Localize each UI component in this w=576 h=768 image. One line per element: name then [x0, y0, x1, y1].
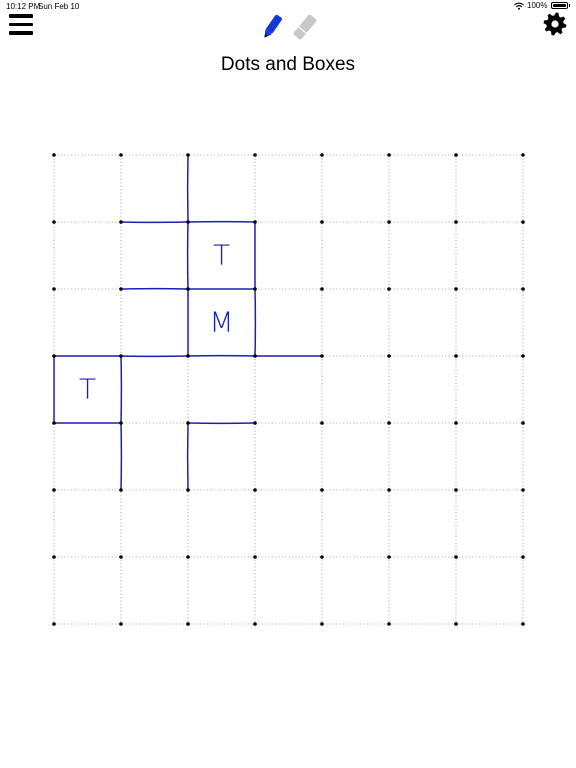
status-bar: 10:12 PM Sun Feb 10 100% — [0, 0, 576, 12]
grid-dot[interactable] — [521, 287, 525, 291]
game-board[interactable]: T M T — [0, 0, 576, 768]
wifi-icon — [514, 2, 524, 10]
hamburger-line — [9, 22, 33, 26]
grid-dot[interactable] — [387, 622, 391, 626]
grid-dot[interactable] — [387, 153, 391, 157]
grid-dot[interactable] — [454, 153, 458, 157]
grid-dot[interactable] — [387, 555, 391, 559]
grid-dot[interactable] — [253, 287, 257, 291]
grid-dot[interactable] — [119, 287, 123, 291]
gear-hole — [551, 20, 559, 28]
grid-dot[interactable] — [320, 622, 324, 626]
grid-dot[interactable] — [119, 354, 123, 358]
gray-eraser-icon — [293, 14, 317, 40]
grid-dot[interactable] — [52, 555, 56, 559]
grid-dot[interactable] — [387, 220, 391, 224]
grid-dot[interactable] — [186, 153, 190, 157]
grid-dot[interactable] — [253, 555, 257, 559]
grid-dot[interactable] — [119, 488, 123, 492]
grid-dot[interactable] — [521, 220, 525, 224]
eraser-tool-button[interactable] — [290, 12, 320, 47]
grid-dot[interactable] — [52, 622, 56, 626]
grid-dot[interactable] — [52, 354, 56, 358]
grid-dot[interactable] — [119, 220, 123, 224]
grid-dot[interactable] — [521, 488, 525, 492]
grid-dot[interactable] — [320, 354, 324, 358]
grid-dot[interactable] — [454, 622, 458, 626]
grid-dot[interactable] — [253, 153, 257, 157]
grid-dot[interactable] — [521, 153, 525, 157]
grid-dot[interactable] — [186, 622, 190, 626]
grid-dot[interactable] — [186, 287, 190, 291]
grid-dot[interactable] — [320, 153, 324, 157]
grid-dot[interactable] — [454, 287, 458, 291]
grid-dot[interactable] — [454, 421, 458, 425]
hamburger-menu-icon — [9, 14, 33, 18]
grid-dot[interactable] — [119, 555, 123, 559]
grid-dot[interactable] — [454, 555, 458, 559]
grid-dot[interactable] — [454, 220, 458, 224]
grid-dot[interactable] — [521, 421, 525, 425]
battery-level — [552, 4, 566, 7]
gear-icon — [543, 12, 567, 36]
battery-percent: 100% — [527, 1, 548, 10]
status-right: 100% — [514, 1, 570, 10]
menu-button[interactable] — [9, 14, 33, 36]
grid-dot[interactable] — [521, 555, 525, 559]
grid-dot[interactable] — [320, 287, 324, 291]
grid-dot[interactable] — [387, 287, 391, 291]
grid-dot[interactable] — [52, 153, 56, 157]
page-title: Dots and Boxes — [220, 54, 356, 75]
grid-dot[interactable] — [119, 421, 123, 425]
grid-dot[interactable] — [119, 622, 123, 626]
grid-dot[interactable] — [454, 354, 458, 358]
box-owner-letter: M — [209, 306, 233, 339]
grid-dot[interactable] — [253, 488, 257, 492]
grid-dot[interactable] — [253, 622, 257, 626]
grid-dot[interactable] — [387, 488, 391, 492]
hamburger-line — [9, 31, 33, 35]
grid-dot[interactable] — [253, 421, 257, 425]
status-time: 10:12 PM — [6, 2, 41, 11]
blue-pen-icon — [264, 14, 282, 38]
grid-dot[interactable] — [52, 488, 56, 492]
grid-dot[interactable] — [52, 421, 56, 425]
grid-dot[interactable] — [521, 622, 525, 626]
battery-icon — [550, 2, 568, 9]
grid-dot[interactable] — [186, 220, 190, 224]
grid-dot[interactable] — [387, 354, 391, 358]
grid-dot[interactable] — [320, 488, 324, 492]
grid-dot[interactable] — [186, 555, 190, 559]
pen-tool-button[interactable] — [258, 12, 286, 47]
grid-dot[interactable] — [387, 421, 391, 425]
grid-dot[interactable] — [320, 220, 324, 224]
grid-dot[interactable] — [52, 220, 56, 224]
battery-tip — [568, 4, 570, 7]
settings-button[interactable] — [543, 12, 567, 36]
grid-dot[interactable] — [253, 220, 257, 224]
grid-dot[interactable] — [521, 354, 525, 358]
box-owner-letter: T — [213, 239, 230, 272]
grid-dot[interactable] — [320, 555, 324, 559]
grid-dot[interactable] — [186, 488, 190, 492]
box-owner-letter: T — [79, 373, 96, 406]
grid-dot[interactable] — [454, 488, 458, 492]
grid-dot[interactable] — [119, 153, 123, 157]
grid-dot[interactable] — [186, 354, 190, 358]
grid-dot[interactable] — [320, 421, 324, 425]
grid-dot[interactable] — [52, 287, 56, 291]
grid-dot[interactable] — [253, 354, 257, 358]
grid-dot[interactable] — [186, 421, 190, 425]
status-date: Sun Feb 10 — [38, 2, 80, 11]
